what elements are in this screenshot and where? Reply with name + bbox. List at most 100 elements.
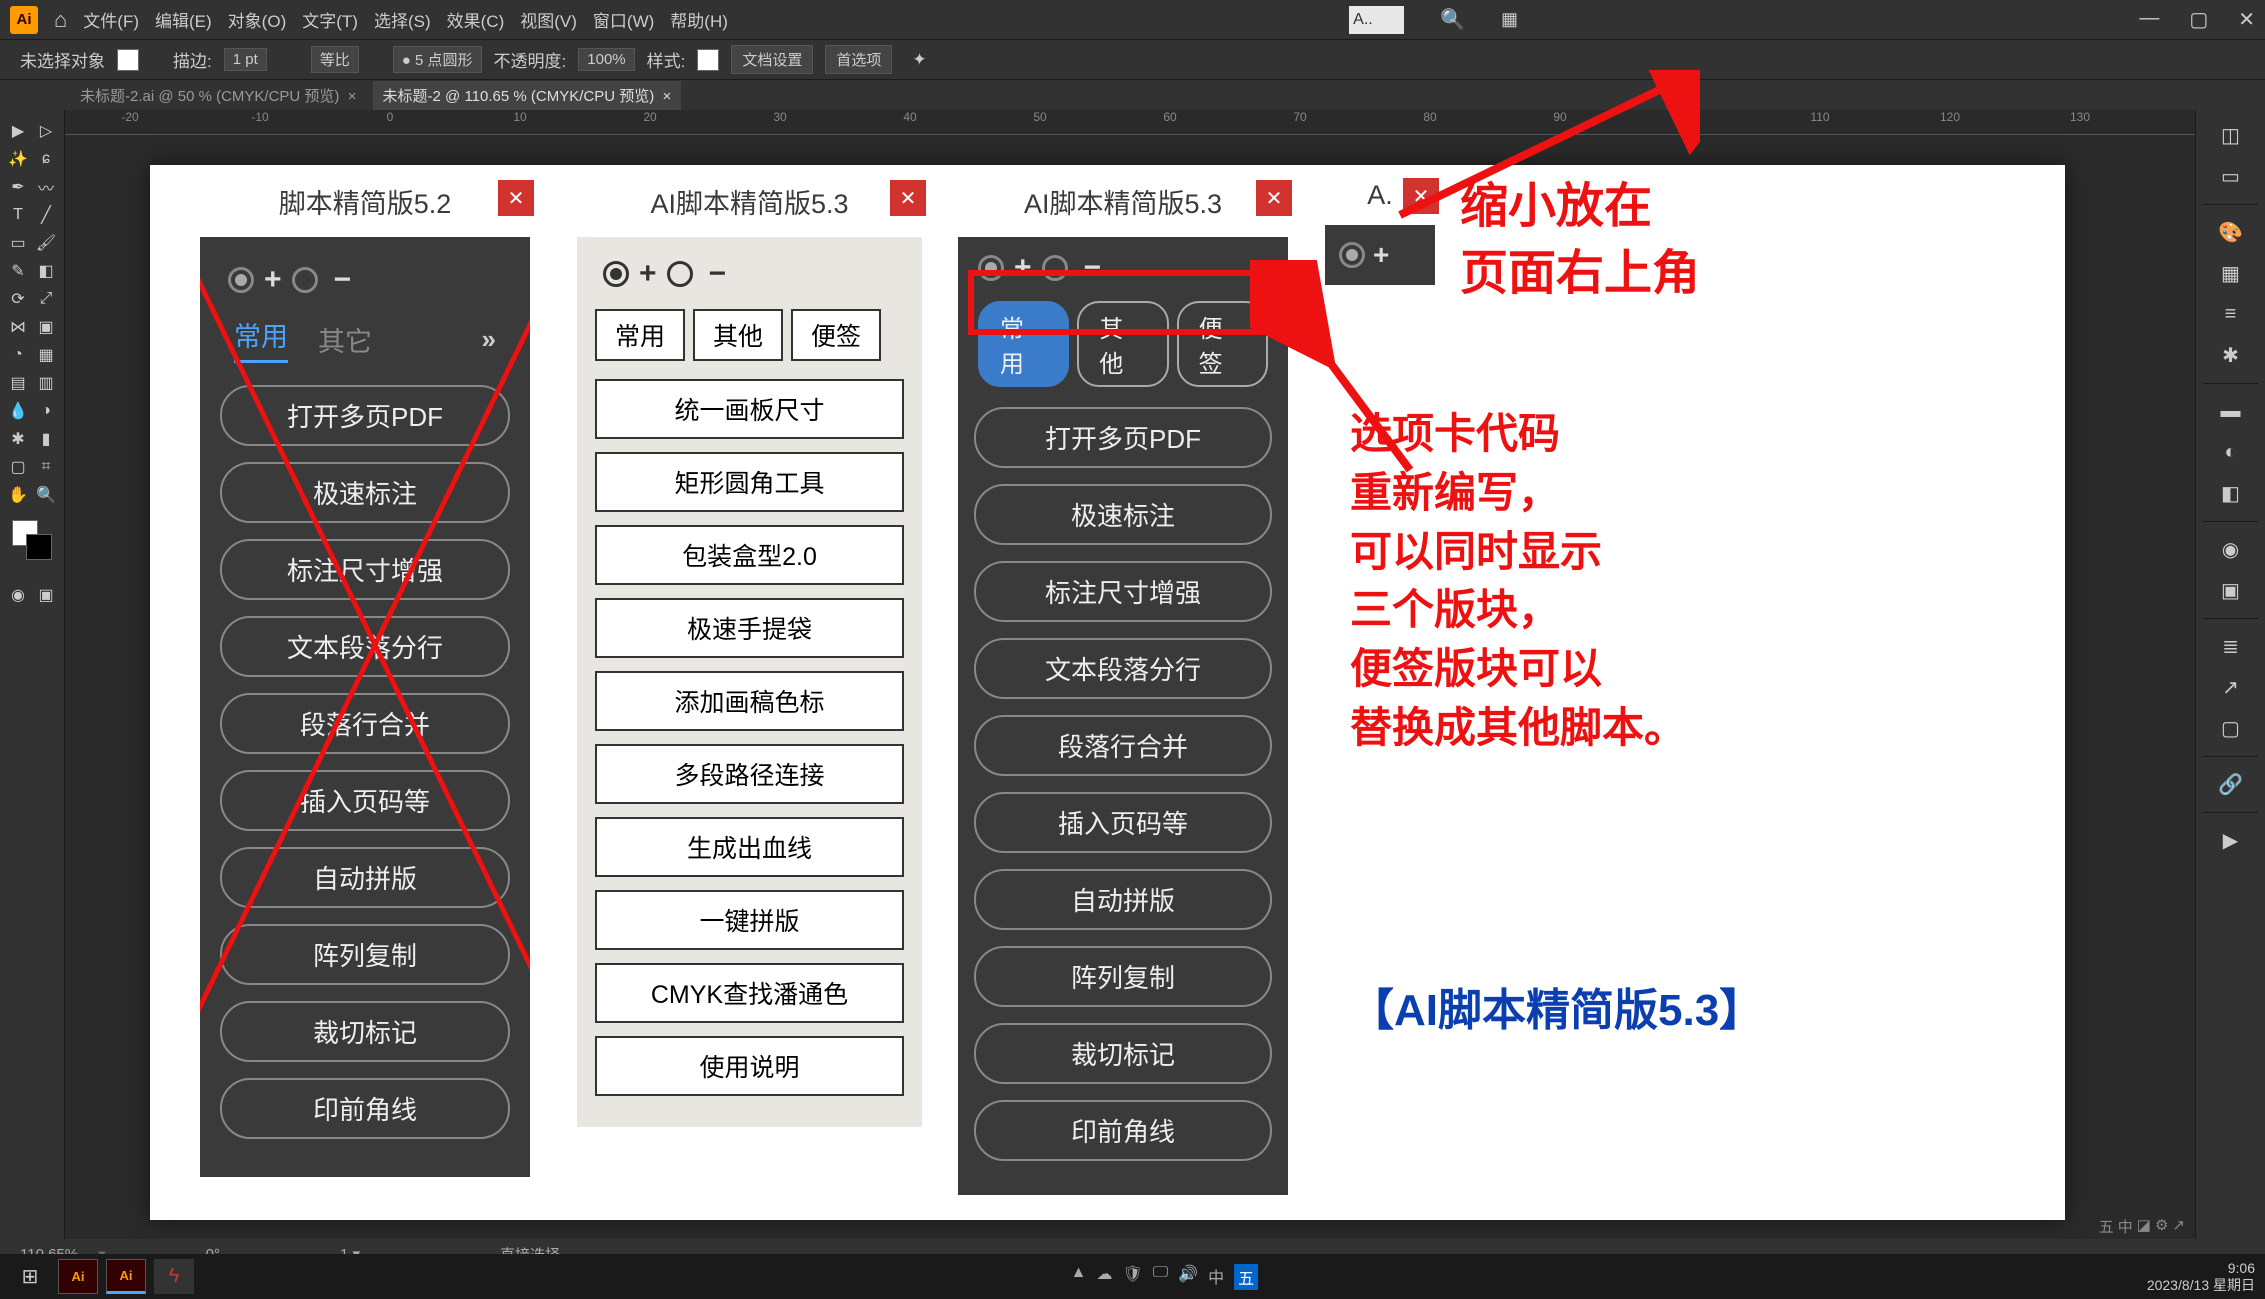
script-button[interactable]: 段落行合并 bbox=[974, 715, 1272, 776]
magic-wand-tool-icon[interactable]: ✨ bbox=[5, 146, 31, 172]
symbol-sprayer-tool-icon[interactable]: ✱ bbox=[5, 426, 31, 452]
menu-file[interactable]: 文件(F) bbox=[83, 7, 139, 32]
radio-selected-icon[interactable] bbox=[1339, 242, 1365, 268]
tab-notes[interactable]: 便签 bbox=[1177, 301, 1268, 387]
opacity-input[interactable]: 100% bbox=[578, 48, 634, 71]
script-button[interactable]: 自动拼版 bbox=[220, 847, 510, 908]
graphic-styles-panel-icon[interactable]: ▣ bbox=[2213, 573, 2248, 608]
script-button[interactable]: 极速标注 bbox=[220, 462, 510, 523]
menu-effect[interactable]: 效果(C) bbox=[447, 7, 505, 32]
panel-v53-light-close-button[interactable]: ✕ bbox=[890, 180, 926, 216]
selection-tool-icon[interactable]: ▶ bbox=[5, 118, 31, 144]
script-button[interactable]: 极速标注 bbox=[974, 484, 1272, 545]
script-button[interactable]: 标注尺寸增强 bbox=[220, 539, 510, 600]
minimize-button[interactable]: — bbox=[2139, 7, 2159, 32]
curvature-tool-icon[interactable]: 〰 bbox=[33, 174, 59, 200]
shaper-tool-icon[interactable]: ✎ bbox=[5, 258, 31, 284]
scale-tool-icon[interactable]: ⤢ bbox=[33, 286, 59, 312]
layers-panel-icon[interactable]: ≣ bbox=[2213, 629, 2248, 664]
hand-tool-icon[interactable]: ✋ bbox=[5, 482, 31, 508]
tab-common[interactable]: 常用 bbox=[595, 309, 685, 361]
tray-screen-icon[interactable]: 🖵 bbox=[1153, 1264, 1168, 1290]
tab-other[interactable]: 其他 bbox=[1077, 301, 1168, 387]
taskbar-ai-app-2[interactable]: Ai bbox=[106, 1259, 146, 1294]
tab-common[interactable]: 常用 bbox=[234, 315, 288, 363]
script-button[interactable]: 多段路径连接 bbox=[595, 744, 904, 804]
script-button[interactable]: 印前角线 bbox=[974, 1100, 1272, 1161]
menu-view[interactable]: 视图(V) bbox=[520, 7, 577, 32]
asset-export-panel-icon[interactable]: ↗ bbox=[2213, 670, 2248, 705]
script-button[interactable]: 一键拼版 bbox=[595, 890, 904, 950]
script-button[interactable]: 段落行合并 bbox=[220, 693, 510, 754]
radio-selected-icon[interactable] bbox=[228, 267, 254, 293]
zoom-tool-icon[interactable]: 🔍 bbox=[33, 482, 59, 508]
taskbar-ai-app-1[interactable]: Ai bbox=[58, 1259, 98, 1294]
style-swatch[interactable] bbox=[697, 49, 719, 71]
panel-v52-close-button[interactable]: ✕ bbox=[498, 180, 534, 216]
tray-shield-icon[interactable]: 🛡 bbox=[1122, 1264, 1142, 1290]
play-panel-icon[interactable]: ▶ bbox=[2213, 823, 2248, 858]
script-button[interactable]: 文本段落分行 bbox=[220, 616, 510, 677]
tray-ime-icon[interactable]: 中 bbox=[1208, 1264, 1224, 1290]
properties-panel-icon[interactable]: ◫ bbox=[2213, 118, 2248, 153]
pin-icon[interactable]: ✦ bbox=[912, 50, 926, 70]
screen-mode-icon[interactable]: ▣ bbox=[33, 582, 59, 608]
doc-tab-2[interactable]: 未标题-2 @ 110.65 % (CMYK/CPU 预览) × bbox=[373, 81, 682, 110]
brush-select[interactable]: ● 5 点圆形 bbox=[393, 46, 482, 73]
script-button[interactable]: 添加画稿色标 bbox=[595, 671, 904, 731]
rectangle-tool-icon[interactable]: ▭ bbox=[5, 230, 31, 256]
draw-mode-icon[interactable]: ◉ bbox=[5, 582, 31, 608]
eraser-tool-icon[interactable]: ◧ bbox=[33, 258, 59, 284]
menu-help[interactable]: 帮助(H) bbox=[670, 7, 728, 32]
artboard-tool-icon[interactable]: ▢ bbox=[5, 454, 31, 480]
radio-icon[interactable] bbox=[292, 267, 318, 293]
uniform-select[interactable]: 等比 bbox=[311, 46, 359, 73]
script-button[interactable]: 自动拼版 bbox=[974, 869, 1272, 930]
maximize-button[interactable]: ▢ bbox=[2189, 7, 2208, 32]
eyedropper-tool-icon[interactable]: 💧 bbox=[5, 398, 31, 424]
script-button[interactable]: 包装盒型2.0 bbox=[595, 525, 904, 585]
lasso-tool-icon[interactable]: ɕ bbox=[33, 146, 59, 172]
gradient-tool-icon[interactable]: ▥ bbox=[33, 370, 59, 396]
rotate-tool-icon[interactable]: ⟳ bbox=[5, 286, 31, 312]
links-panel-icon[interactable]: 🔗 bbox=[2213, 767, 2248, 802]
script-button[interactable]: 阵列复制 bbox=[220, 924, 510, 985]
type-tool-icon[interactable]: T bbox=[5, 202, 31, 228]
script-button[interactable]: 插入页码等 bbox=[220, 770, 510, 831]
pen-tool-icon[interactable]: ✒ bbox=[5, 174, 31, 200]
radio-selected-icon[interactable] bbox=[978, 255, 1004, 281]
script-button[interactable]: 极速手提袋 bbox=[595, 598, 904, 658]
tray-volume-icon[interactable]: 🔊 bbox=[1178, 1264, 1198, 1290]
color-panel-icon[interactable]: 🎨 bbox=[2213, 215, 2248, 250]
script-button[interactable]: 打开多页PDF bbox=[974, 407, 1272, 468]
graph-tool-icon[interactable]: ▮ bbox=[33, 426, 59, 452]
libraries-panel-icon[interactable]: ▭ bbox=[2213, 159, 2248, 194]
brushes-panel-icon[interactable]: ≡ bbox=[2213, 297, 2248, 332]
taskbar-app-icon[interactable]: ϟ bbox=[154, 1259, 194, 1294]
artboards-panel-icon[interactable]: ▢ bbox=[2213, 711, 2248, 746]
symbols-panel-icon[interactable]: ✱ bbox=[2213, 338, 2248, 373]
docset-button[interactable]: 文档设置 bbox=[731, 45, 813, 74]
color-swatch-control[interactable] bbox=[12, 520, 52, 560]
home-icon[interactable]: ⌂ bbox=[54, 7, 67, 33]
script-button[interactable]: 阵列复制 bbox=[974, 946, 1272, 1007]
brush-tool-icon[interactable]: 🖌 bbox=[33, 230, 59, 256]
tray-cloud-icon[interactable]: ☁ bbox=[1096, 1264, 1112, 1290]
tab-notes[interactable]: 便签 bbox=[791, 309, 881, 361]
doc-tab-1[interactable]: 未标题-2.ai @ 50 % (CMYK/CPU 预览) × bbox=[70, 81, 367, 110]
menu-object[interactable]: 对象(O) bbox=[228, 7, 287, 32]
swatches-panel-icon[interactable]: ▦ bbox=[2213, 256, 2248, 291]
search-icon[interactable]: 🔍 bbox=[1440, 7, 1465, 32]
script-button[interactable]: 打开多页PDF bbox=[220, 385, 510, 446]
script-button[interactable]: 使用说明 bbox=[595, 1036, 904, 1096]
line-tool-icon[interactable]: ╱ bbox=[33, 202, 59, 228]
tab-other[interactable]: 其他 bbox=[693, 309, 783, 361]
script-button[interactable]: 文本段落分行 bbox=[974, 638, 1272, 699]
panel-mini-close-button[interactable]: ✕ bbox=[1403, 178, 1439, 214]
fill-swatch[interactable] bbox=[117, 49, 139, 71]
arrange-icon[interactable]: ▦ bbox=[1501, 9, 1518, 30]
panel-v53-dark-close-button[interactable]: ✕ bbox=[1256, 180, 1292, 216]
script-button[interactable]: 裁切标记 bbox=[220, 1001, 510, 1062]
close-button[interactable]: ✕ bbox=[2238, 7, 2255, 32]
tab-more-icon[interactable]: » bbox=[482, 324, 496, 355]
